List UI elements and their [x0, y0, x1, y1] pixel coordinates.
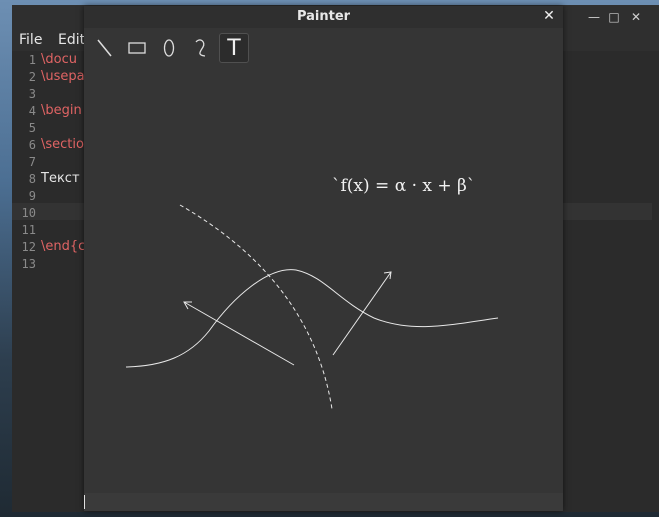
maximize-icon[interactable]: □: [606, 9, 622, 25]
line-number: 3: [28, 87, 36, 101]
painter-titlebar[interactable]: Painter ✕: [84, 6, 563, 28]
code-line[interactable]: \begin: [41, 103, 82, 118]
code-line[interactable]: \end{c: [41, 239, 85, 254]
arrow-stroke-right: [332, 271, 392, 356]
text-cursor: [84, 495, 85, 509]
line-number: 10: [21, 206, 36, 220]
code-line[interactable]: Текст: [41, 171, 80, 186]
minimize-icon[interactable]: —: [586, 9, 602, 25]
rectangle-icon: [128, 42, 146, 54]
drawing-canvas[interactable]: [84, 66, 563, 494]
wave-curve-stroke: [125, 269, 499, 368]
rectangle-tool[interactable]: [122, 33, 152, 63]
painter-title: Painter: [296, 9, 351, 24]
close-icon[interactable]: ✕: [628, 9, 644, 25]
line-number: 9: [28, 189, 36, 203]
line-number: 2: [28, 70, 36, 84]
line-number: 8: [28, 172, 36, 186]
curve-tool[interactable]: [186, 33, 216, 63]
curve-icon: [195, 39, 206, 57]
line-tool[interactable]: [90, 33, 120, 63]
formula-text[interactable]: `f(x) = α · x + β`: [332, 176, 475, 196]
code-line[interactable]: \usepa: [41, 69, 85, 84]
dashed-curve-stroke: [179, 204, 333, 410]
painter-window: Painter ✕ T `f(x) = α · x + β`: [84, 6, 563, 511]
line-icon: [97, 39, 112, 57]
painter-toolbar: T: [88, 30, 288, 64]
line-number: 12: [21, 240, 36, 254]
ellipse-icon: [163, 39, 175, 57]
menu-file[interactable]: File: [19, 32, 42, 48]
ellipse-tool[interactable]: [154, 33, 184, 63]
code-line[interactable]: \docu: [41, 52, 77, 67]
painter-statusbar: [84, 493, 563, 511]
line-number-gutter: 1 2 3 4 5 6 7 8 9 10 11 12 13: [12, 53, 40, 512]
arrow-stroke-left: [183, 301, 295, 366]
line-number: 1: [28, 53, 36, 67]
menu-edit[interactable]: Edit: [58, 32, 85, 48]
line-number: 6: [28, 138, 36, 152]
line-number: 11: [21, 223, 36, 237]
line-number: 7: [28, 155, 36, 169]
line-number: 4: [28, 104, 36, 118]
line-number: 13: [21, 257, 36, 271]
canvas-drawing: [125, 204, 499, 410]
code-line[interactable]: \sectio: [41, 137, 84, 152]
text-icon: T: [227, 35, 241, 61]
line-number: 5: [28, 121, 36, 135]
text-tool[interactable]: T: [219, 33, 249, 63]
close-icon[interactable]: ✕: [541, 8, 557, 24]
